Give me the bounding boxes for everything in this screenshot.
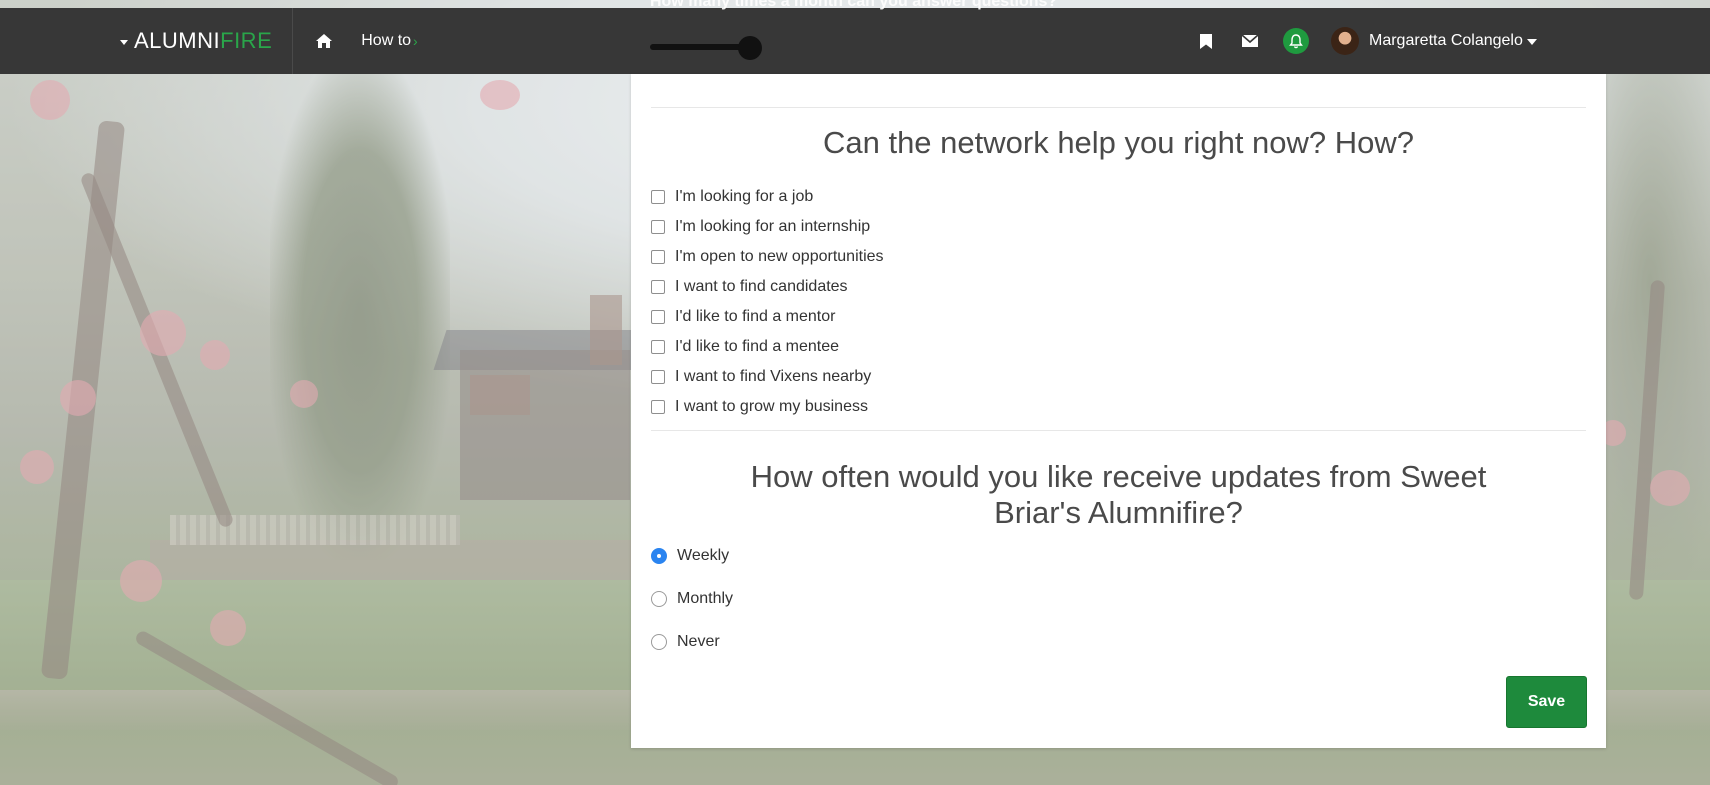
caret-down-icon[interactable]: [120, 39, 128, 45]
radio-button[interactable]: [651, 590, 667, 607]
checkbox[interactable]: [651, 340, 665, 354]
caret-down-icon[interactable]: [1526, 39, 1537, 45]
checkbox-label: I'd like to find a mentee: [675, 338, 840, 355]
checkbox-label: I want to find candidates: [675, 278, 848, 295]
checkbox-row[interactable]: I'd like to find a mentee: [651, 332, 884, 362]
checkbox-label: I'd like to find a mentor: [675, 308, 836, 325]
envelope-icon[interactable]: [1239, 30, 1261, 52]
howto-link[interactable]: How to ›: [361, 32, 417, 50]
radio-button[interactable]: [651, 633, 667, 650]
checkbox[interactable]: [651, 190, 665, 204]
radio-row[interactable]: Never: [651, 620, 733, 663]
radio-button[interactable]: [651, 547, 667, 564]
brand-logo[interactable]: ALUMNI FIRE: [120, 8, 294, 74]
brand-text-fire: FIRE: [220, 28, 273, 53]
checkbox-row[interactable]: I'm looking for an internship: [651, 212, 884, 242]
radio-row[interactable]: Weekly: [651, 534, 733, 577]
divider: [651, 107, 1586, 108]
preferences-panel: Can the network help you right now? How?…: [631, 74, 1606, 748]
checkbox-row[interactable]: I want to grow my business: [651, 392, 884, 422]
checkbox[interactable]: [651, 220, 665, 234]
divider: [651, 430, 1586, 431]
slider-handle[interactable]: [738, 36, 762, 60]
checkbox-label: I want to find Vixens nearby: [675, 368, 872, 385]
checkbox-row[interactable]: I'm open to new opportunities: [651, 242, 884, 272]
radio-row[interactable]: Monthly: [651, 577, 733, 620]
checkbox-label: I'm looking for an internship: [675, 218, 871, 235]
updates-frequency-list: Weekly Monthly Never: [651, 534, 733, 663]
checkbox[interactable]: [651, 400, 665, 414]
howto-label: How to: [361, 32, 412, 49]
chevron-right-icon: ›: [413, 33, 418, 49]
checkbox-label: I want to grow my business: [675, 398, 868, 415]
checkbox-row[interactable]: I want to find candidates: [651, 272, 884, 302]
nav-left: ALUMNI FIRE How to ›: [120, 8, 418, 74]
checkbox[interactable]: [651, 280, 665, 294]
checkbox[interactable]: [651, 370, 665, 384]
radio-label: Weekly: [677, 546, 730, 564]
checkbox-row[interactable]: I'd like to find a mentor: [651, 302, 884, 332]
home-icon[interactable]: [315, 32, 333, 50]
nav-right: Margaretta Colangelo: [1195, 8, 1537, 74]
checkbox-row[interactable]: I'm looking for a job: [651, 182, 884, 212]
radio-label: Never: [677, 632, 720, 650]
bell-icon[interactable]: [1283, 28, 1309, 54]
updates-section-title: How often would you like receive updates…: [750, 459, 1487, 530]
bookmark-icon[interactable]: [1195, 30, 1217, 52]
slider-question: How many times a month can you answer qu…: [650, 0, 1058, 10]
help-section-title: Can the network help you right now? How?: [822, 125, 1415, 160]
checkbox[interactable]: [651, 250, 665, 264]
checkbox-label: I'm looking for a job: [675, 188, 814, 205]
checkbox[interactable]: [651, 310, 665, 324]
checkbox-label: I'm open to new opportunities: [675, 248, 884, 265]
slider-track[interactable]: [650, 44, 750, 50]
answer-frequency-slider-area: How many times a month can you answer qu…: [630, 0, 1090, 70]
checkbox-row[interactable]: I want to find Vixens nearby: [651, 362, 884, 392]
save-button[interactable]: Save: [1506, 676, 1587, 728]
avatar[interactable]: [1331, 27, 1359, 55]
user-name[interactable]: Margaretta Colangelo: [1369, 32, 1523, 50]
help-options-list: I'm looking for a job I'm looking for an …: [651, 182, 884, 422]
brand-text-alumni: ALUMNI: [134, 28, 221, 53]
radio-label: Monthly: [677, 589, 734, 607]
